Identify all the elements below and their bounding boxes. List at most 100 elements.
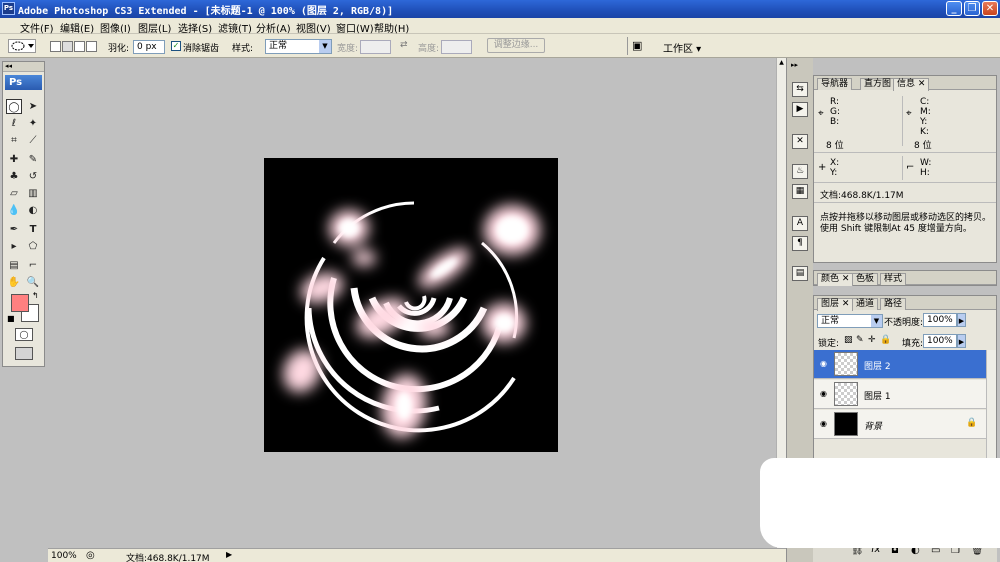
layer-row[interactable]: ◉ 图层 2	[814, 350, 986, 379]
path-selection-tool-icon[interactable]: ▸	[6, 239, 22, 254]
screen-mode-icon[interactable]	[15, 347, 33, 360]
height-input[interactable]	[441, 40, 472, 54]
palette-well-icon[interactable]: ▣	[632, 39, 650, 53]
brushes-dock-icon[interactable]: ♨	[792, 164, 808, 179]
menu-layer[interactable]: 图层(L)	[138, 20, 171, 35]
menu-select[interactable]: 选择(S)	[178, 20, 212, 35]
menu-edit[interactable]: 编辑(E)	[60, 20, 94, 35]
actions-dock-icon[interactable]: ▶	[792, 102, 808, 117]
tool-preset-picker[interactable]	[8, 39, 36, 53]
antialias-checkbox[interactable]: ✓	[171, 41, 181, 51]
new-selection-icon[interactable]	[50, 41, 61, 52]
tab-channels[interactable]: 通道	[852, 298, 879, 310]
layer-row[interactable]: ◉ 图层 1	[814, 380, 986, 409]
tab-layers[interactable]: 图层 ✕	[817, 298, 854, 311]
clone-stamp-tool-icon[interactable]: ♣	[6, 169, 22, 184]
workspace-menu[interactable]: 工作区 ▾	[663, 40, 701, 55]
eyedropper-tool-icon[interactable]: ⌐	[25, 258, 41, 273]
zoom-level[interactable]: 100%	[51, 551, 77, 561]
opacity-input[interactable]: 100%	[923, 313, 957, 327]
menu-file[interactable]: 文件(F)	[20, 20, 54, 35]
type-tool-icon[interactable]: T	[25, 222, 41, 237]
dock-collapse-icon[interactable]: ▸▸	[791, 61, 798, 69]
width-input[interactable]	[360, 40, 391, 54]
shape-tool-icon[interactable]: ⬠	[25, 239, 41, 254]
lock-image-icon[interactable]: ✎	[856, 335, 864, 345]
lock-transparency-icon[interactable]: ▨	[844, 335, 853, 345]
toolbox-collapse-icon[interactable]: ◂◂	[3, 62, 44, 72]
tools-dock-icon[interactable]: ✕	[792, 134, 808, 149]
tab-color[interactable]: 颜色 ✕	[817, 273, 854, 286]
subtract-from-selection-icon[interactable]	[74, 41, 85, 52]
document-canvas[interactable]	[264, 158, 558, 452]
fill-slider-arrow-icon[interactable]: ▶	[957, 334, 966, 348]
refine-edge-button[interactable]: 调整边缘...	[487, 38, 545, 53]
ellipse-marquee-icon	[11, 41, 34, 51]
swap-icon[interactable]: ⇄	[400, 40, 408, 50]
tab-histogram[interactable]: 直方图	[860, 78, 896, 90]
fill-input[interactable]: 100%	[923, 334, 957, 348]
blend-mode-select[interactable]: 正常 ▼	[817, 314, 883, 328]
move-tool-icon[interactable]: ➤	[25, 99, 41, 114]
lasso-tool-icon[interactable]: ℓ	[6, 116, 22, 131]
close-tab-icon[interactable]: ✕	[842, 299, 850, 309]
close-button[interactable]: ✕	[982, 1, 998, 16]
selection-size-icon: ⌐	[906, 162, 915, 173]
lock-position-icon[interactable]: ✛	[868, 335, 876, 345]
gradient-tool-icon[interactable]: ▥	[25, 186, 41, 201]
menu-analysis[interactable]: 分析(A)	[256, 20, 291, 35]
healing-brush-tool-icon[interactable]: ✚	[6, 152, 22, 167]
eye-icon[interactable]: ◉	[818, 419, 829, 429]
add-to-selection-icon[interactable]	[62, 41, 73, 52]
minimize-button[interactable]: _	[946, 1, 962, 16]
menu-image[interactable]: 图像(I)	[100, 20, 131, 35]
menu-view[interactable]: 视图(V)	[296, 20, 331, 35]
tab-swatches[interactable]: 色板	[852, 273, 879, 285]
status-bar: 100% ◎ 文档:468.8K/1.17M ▶	[48, 548, 786, 562]
width-label: 宽度:	[337, 44, 359, 54]
menu-filter[interactable]: 滤镜(T)	[218, 20, 252, 35]
crop-tool-icon[interactable]: ⌗	[6, 133, 22, 148]
pen-tool-icon[interactable]: ✒	[6, 222, 22, 237]
status-arrow-icon[interactable]: ▶	[226, 550, 232, 559]
scroll-up-icon[interactable]: ▲	[777, 58, 786, 68]
menu-help[interactable]: 帮助(H)	[374, 20, 409, 35]
eraser-tool-icon[interactable]: ▱	[6, 186, 22, 201]
hand-tool-icon[interactable]: ✋	[6, 275, 22, 290]
layer-comps-dock-icon[interactable]: ▤	[792, 266, 808, 281]
blur-tool-icon[interactable]: 💧	[6, 203, 22, 218]
navigator-dock-icon[interactable]: ⇆	[792, 82, 808, 97]
eye-icon[interactable]: ◉	[818, 359, 829, 369]
tab-navigator[interactable]: 导航器	[817, 78, 853, 90]
opacity-slider-arrow-icon[interactable]: ▶	[957, 313, 966, 327]
clone-source-dock-icon[interactable]: ▦	[792, 184, 808, 199]
paragraph-dock-icon[interactable]: ¶	[792, 236, 808, 251]
menu-window[interactable]: 窗口(W)	[336, 20, 374, 35]
dodge-tool-icon[interactable]: ◐	[25, 203, 41, 218]
notes-tool-icon[interactable]: ▤	[6, 258, 22, 273]
foreground-color-swatch[interactable]	[11, 294, 29, 312]
intersect-selection-icon[interactable]	[86, 41, 97, 52]
tab-info[interactable]: 信息 ✕	[893, 78, 930, 91]
style-select[interactable]: 正常 ▼	[265, 39, 332, 54]
history-brush-tool-icon[interactable]: ↺	[25, 169, 41, 184]
zoom-tool-icon[interactable]: 🔍	[25, 275, 41, 290]
ellipse-marquee-tool-icon[interactable]: ◯	[6, 99, 22, 114]
default-colors-icon[interactable]: ■	[7, 314, 15, 323]
brush-tool-icon[interactable]: ✎	[25, 152, 41, 167]
close-tab-icon[interactable]: ✕	[918, 79, 926, 89]
tab-styles[interactable]: 样式	[880, 273, 907, 285]
character-dock-icon[interactable]: A	[792, 216, 808, 231]
tab-paths[interactable]: 路径	[880, 298, 907, 310]
layer-row[interactable]: ◉ 背景 🔒	[814, 410, 986, 439]
eye-icon[interactable]: ◉	[818, 389, 829, 399]
restore-button[interactable]: ❐	[964, 1, 980, 16]
magic-wand-tool-icon[interactable]: ✦	[25, 116, 41, 131]
close-tab-icon[interactable]: ✕	[842, 274, 850, 284]
feather-input[interactable]: 0 px	[133, 40, 165, 54]
swap-colors-icon[interactable]: ↰	[32, 291, 39, 300]
quick-mask-icon[interactable]: ◯	[15, 328, 33, 341]
slice-tool-icon[interactable]: ⟋	[25, 133, 41, 148]
lock-all-icon[interactable]: 🔒	[880, 335, 891, 345]
status-menu-icon[interactable]: ◎	[86, 550, 95, 561]
